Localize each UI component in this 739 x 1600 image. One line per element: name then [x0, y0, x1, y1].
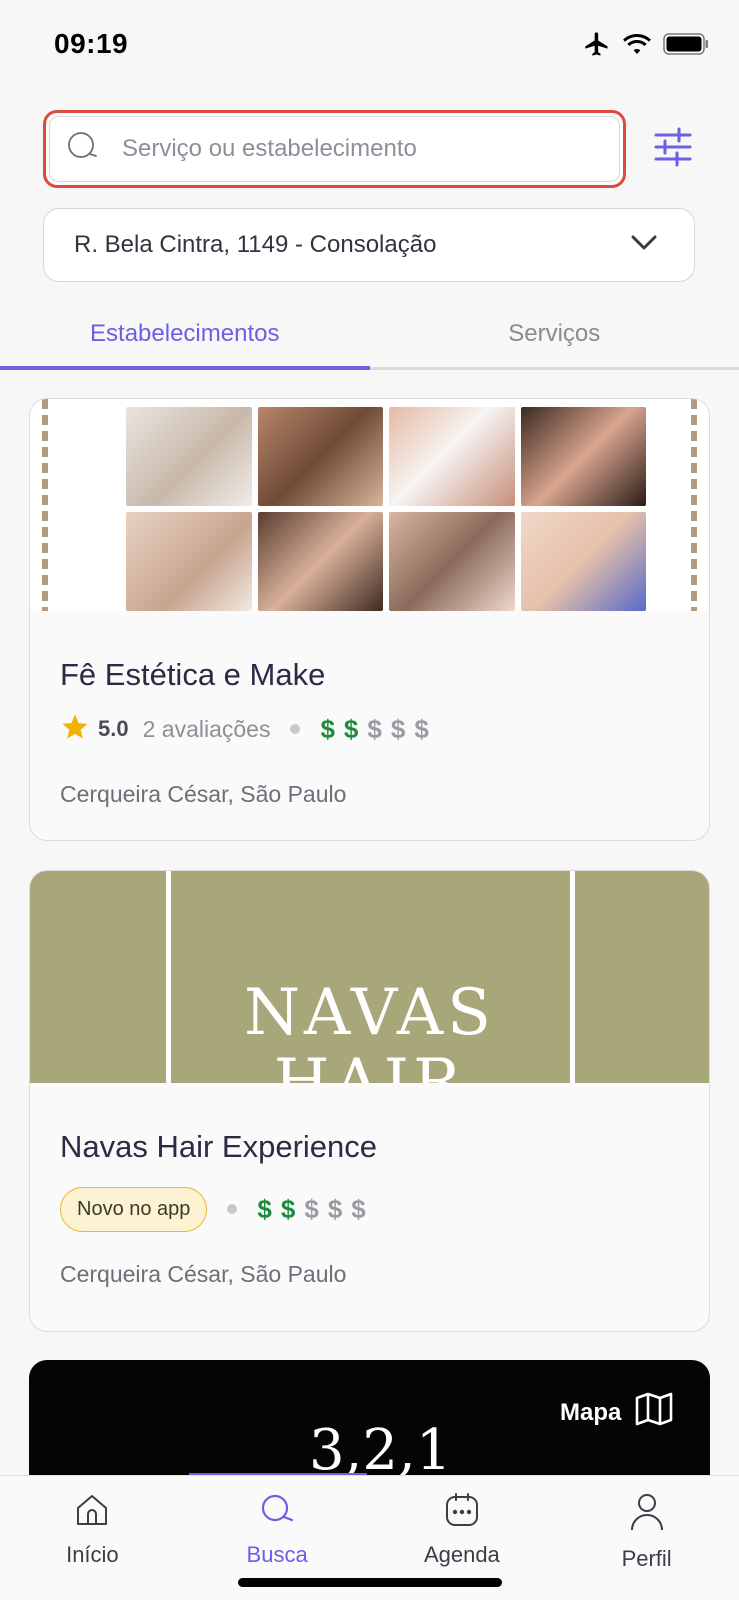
search-screen: 09:19 Serviço ou estabelecimento R. Bela…: [0, 0, 739, 1600]
price-symbol: $: [414, 713, 438, 744]
home-icon: [74, 1492, 110, 1534]
search-bar: [43, 110, 626, 188]
location-selector[interactable]: R. Bela Cintra, 1149 - Consolação: [43, 208, 695, 282]
price-symbol: $: [320, 713, 344, 744]
separator-dot: [227, 1204, 238, 1214]
tab-estabelecimentos[interactable]: Estabelecimentos: [0, 300, 370, 370]
search-field-wrapper: [49, 116, 620, 182]
filter-button[interactable]: [650, 126, 696, 172]
establishment-card[interactable]: NAVAS HAIR Navas Hair Experience Novo no…: [29, 870, 710, 1332]
establishment-address: Cerqueira César, São Paulo: [60, 781, 347, 807]
decorative-border: [691, 399, 697, 611]
price-level: $$$$$: [320, 714, 437, 745]
search-icon: [259, 1492, 295, 1534]
status-time: 09:19: [54, 28, 129, 59]
nav-label: Início: [66, 1542, 119, 1567]
price-symbol: $: [280, 1193, 305, 1224]
establishment-meta: 5.0 2 avaliações $$$$$: [60, 709, 679, 749]
search-icon: [66, 130, 100, 169]
cover-logo-text: NAVAS: [244, 976, 495, 1050]
tab-bar: Estabelecimentos Serviços: [0, 300, 739, 370]
tab-servicos[interactable]: Serviços: [370, 300, 739, 367]
rating-value: 5.0: [98, 716, 129, 741]
nav-label: Agenda: [423, 1542, 500, 1567]
search-input[interactable]: [122, 135, 562, 163]
establishment-cover-image: [30, 399, 709, 611]
nav-item-inicio[interactable]: Início: [0, 1476, 185, 1600]
sliders-icon: [653, 127, 693, 172]
nav-item-perfil[interactable]: Perfil: [554, 1476, 739, 1600]
price-level: $$$$$: [257, 1194, 374, 1225]
price-symbol: $: [351, 1193, 375, 1224]
decorative-border: [42, 399, 48, 611]
user-icon: [629, 1492, 665, 1538]
price-symbol: $: [257, 1193, 281, 1224]
price-symbol: $: [327, 1193, 352, 1224]
battery-icon: [663, 33, 709, 55]
home-indicator: [238, 1578, 502, 1587]
establishment-name: Navas Hair Experience: [60, 1129, 378, 1164]
location-label: R. Bela Cintra, 1149 - Consolação: [74, 231, 437, 258]
nav-label: Perfil: [621, 1546, 672, 1571]
establishment-meta: Novo no app $$$$$: [60, 1185, 679, 1233]
status-bar: 09:19: [0, 0, 739, 90]
wifi-icon: [623, 33, 651, 55]
map-button[interactable]: Mapa: [560, 1392, 673, 1433]
nav-label: Busca: [246, 1542, 308, 1567]
chevron-down-icon: [630, 231, 658, 259]
establishment-card[interactable]: Fê Estética e Make 5.0 2 avaliações $$$$…: [29, 398, 710, 841]
review-count: 2 avaliações: [142, 715, 271, 742]
airplane-icon: [583, 30, 611, 58]
status-icons: [583, 30, 709, 58]
separator-dot: [290, 724, 301, 734]
price-symbol: $: [390, 713, 415, 744]
new-badge: Novo no app: [60, 1186, 208, 1232]
photo-collage: [126, 407, 646, 611]
calendar-icon: [444, 1492, 480, 1534]
cover-logo-text: HAIR: [273, 1046, 466, 1083]
establishment-name: Fê Estética e Make: [60, 657, 326, 692]
price-symbol: $: [367, 713, 391, 744]
map-icon: [635, 1392, 673, 1433]
price-symbol: $: [304, 1193, 328, 1224]
establishment-cover-image: NAVAS HAIR: [30, 871, 709, 1083]
establishment-address: Cerqueira César, São Paulo: [60, 1261, 347, 1287]
price-symbol: $: [343, 713, 368, 744]
map-button-label: Mapa: [560, 1398, 622, 1426]
star-icon: [60, 712, 90, 747]
